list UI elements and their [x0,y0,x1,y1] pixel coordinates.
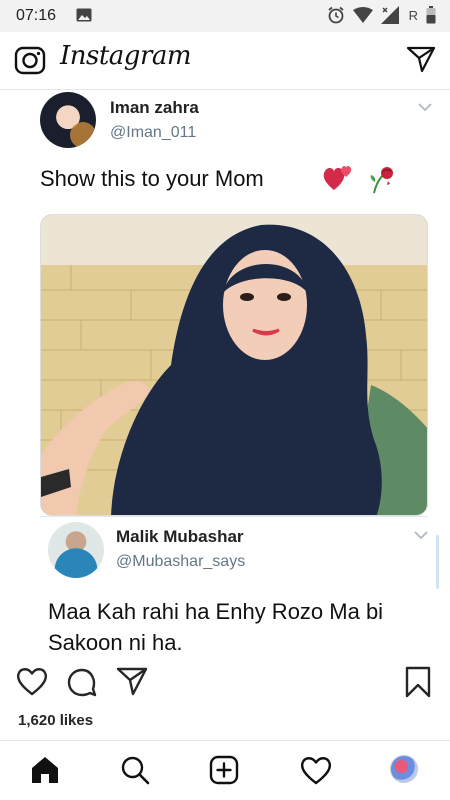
tweet-photo[interactable] [40,214,428,516]
wifi-icon [352,7,373,23]
quote-author-avatar[interactable] [48,522,104,578]
activity-heart-icon[interactable] [300,755,332,785]
app-header: Instagram [0,32,450,90]
chevron-down-icon[interactable] [418,102,432,112]
bookmark-icon[interactable] [404,666,432,698]
quote-text: Maa Kah rahi ha Enhy Rozo Ma bi Sakoon n… [48,599,384,655]
tweet-header: Iman zahra @Iman_011 [40,92,440,154]
battery-icon [426,6,436,24]
post-actions [0,660,450,706]
signal-icon [380,6,399,24]
quote-author-handle[interactable]: @Mubashar_says [116,553,245,571]
instagram-logo[interactable]: Instagram [60,41,192,71]
direct-message-icon[interactable] [406,44,436,74]
wilted-rose-icon [370,167,393,194]
status-bar: 07:16 R [0,0,450,32]
comment-icon[interactable] [66,666,98,698]
search-icon[interactable] [120,755,150,785]
heart-icon[interactable] [16,666,48,696]
add-post-icon[interactable] [209,755,239,785]
tweet-text: Show this to your Mom [40,166,264,191]
share-icon[interactable] [116,666,148,696]
home-icon[interactable] [30,755,60,785]
gallery-notification-icon [76,8,92,22]
two-hearts-icon [323,166,352,190]
author-avatar[interactable] [40,92,96,148]
bottom-navigation [0,740,450,800]
status-time: 07:16 [16,7,57,24]
alarm-icon [328,6,344,24]
quote-author-name[interactable]: Malik Mubashar [116,527,244,547]
profile-avatar[interactable] [390,755,418,783]
camera-icon[interactable] [14,45,46,75]
quote-chevron-down-icon[interactable] [414,530,428,540]
author-handle[interactable]: @Iman_011 [110,124,196,142]
author-name[interactable]: Iman zahra [110,98,199,118]
tweet-emojis [322,164,396,194]
likes-count[interactable]: 1,620 likes [18,712,93,729]
status-icons: R [327,6,436,24]
scroll-indicator [436,535,439,589]
photo-illustration [41,215,427,515]
carrier-label: R [408,7,418,23]
quote-divider [40,516,428,517]
